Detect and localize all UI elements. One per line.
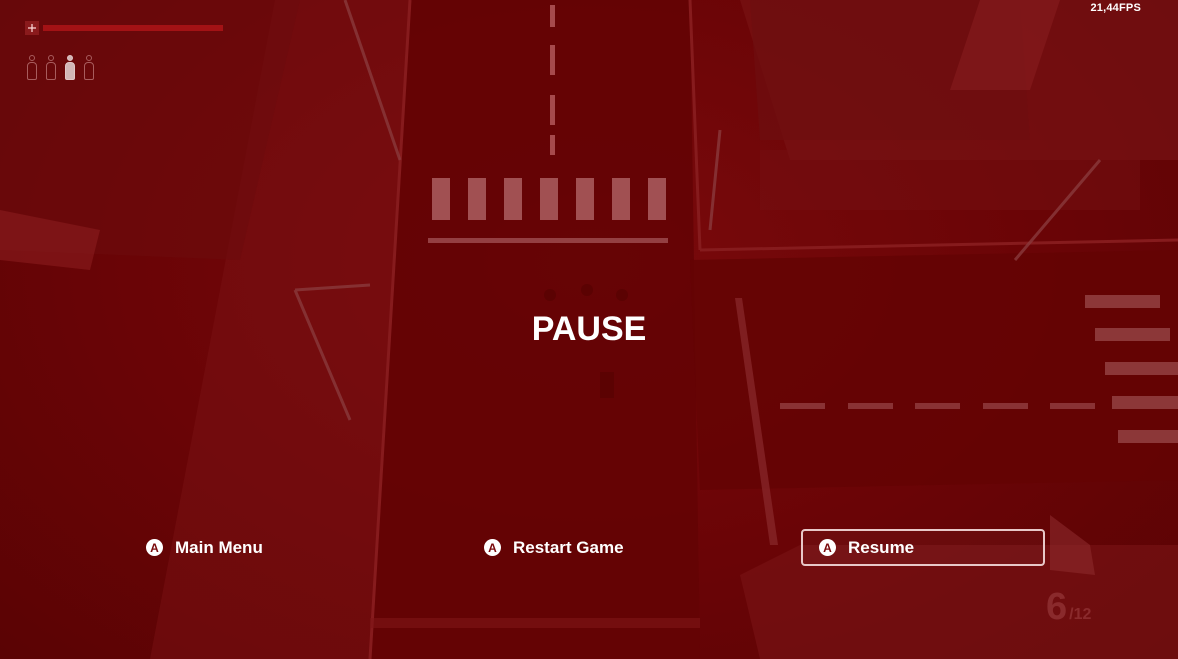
- resume-button[interactable]: A Resume: [801, 529, 1045, 566]
- a-button-icon: A: [819, 539, 836, 556]
- restart-game-label: Restart Game: [513, 537, 624, 557]
- hostage-figure-icon: [25, 55, 39, 81]
- a-button-icon: A: [146, 539, 163, 556]
- main-menu-label: Main Menu: [175, 537, 263, 557]
- ammo-max: /12: [1069, 606, 1092, 623]
- ammo-counter: 6/12: [1046, 586, 1091, 629]
- pause-title: PAUSE: [531, 310, 647, 348]
- fps-counter: 21,44FPS: [1090, 2, 1141, 14]
- restart-game-button[interactable]: A Restart Game: [484, 529, 624, 566]
- hostage-figure-icon: [63, 55, 77, 81]
- health-cross-icon: [25, 21, 39, 35]
- hostage-indicators: [25, 55, 96, 81]
- hostage-figure-icon: [44, 55, 58, 81]
- a-button-icon: A: [484, 539, 501, 556]
- health-bar-fill: [43, 25, 223, 31]
- resume-label: Resume: [848, 537, 915, 557]
- ammo-current: 6: [1046, 586, 1068, 628]
- health-bar: [25, 21, 225, 35]
- game-screen: 21,44FPS PAUSE A Main Menu A Restart Gam…: [0, 0, 1178, 659]
- main-menu-button[interactable]: A Main Menu: [146, 529, 263, 566]
- hostage-figure-icon: [82, 55, 96, 81]
